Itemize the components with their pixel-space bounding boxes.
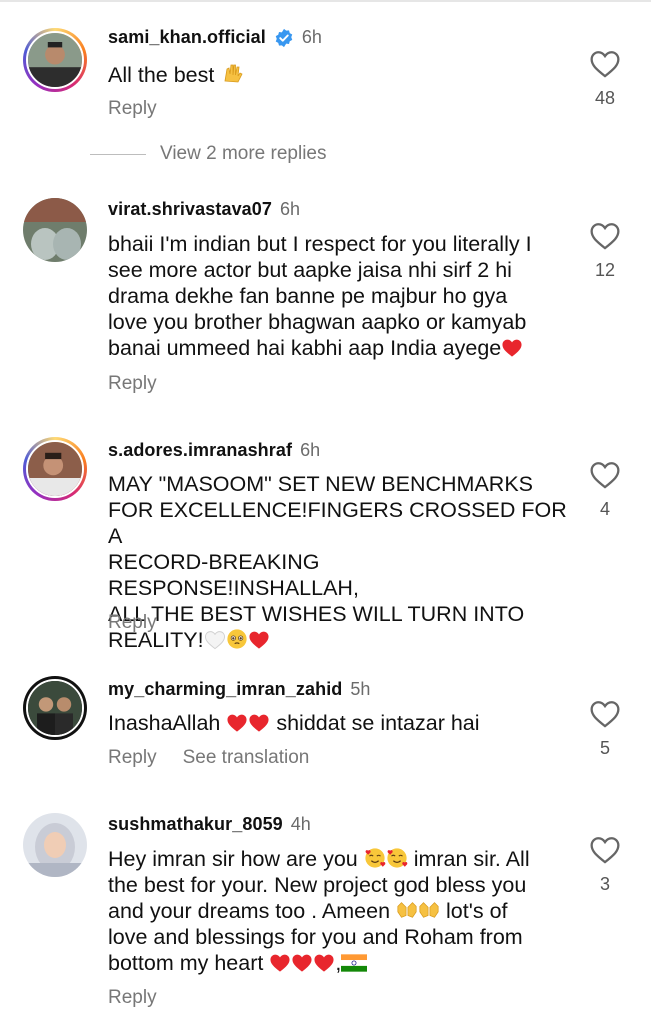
avatar[interactable] [23,28,87,92]
text-line: the best for your. New project god bless… [108,873,527,897]
comment-text-content: All the best [108,63,215,87]
text-line: see more actor but aapke jaisa nhi sirf … [108,258,512,282]
reply-button[interactable]: Reply [108,987,157,1009]
white-heart-icon [204,631,225,650]
see-translation-button[interactable]: See translation [183,747,310,769]
comment-time: 4h [290,814,311,834]
avatar[interactable] [23,198,87,262]
red-heart-icon [314,954,334,972]
text-part: Hey imran sir how are you [108,847,358,871]
open-hands-icon [419,902,439,918]
avatar[interactable] [23,813,87,877]
red-heart-icon [502,339,522,357]
comment-time: 5h [350,679,371,699]
text-part: and your dreams too . Ameen [108,899,391,923]
username[interactable]: sami_khan.official [108,27,266,48]
text-part: InashaAllah [108,711,221,735]
text-line: love you brother bhagwan aapko or kamyab [108,310,527,334]
comment-text: Hey imran sir how are you imran sir. All… [108,846,568,976]
text-line: FOR EXCELLENCE!FINGERS CROSSED FOR A [108,498,567,548]
heart-icon[interactable] [589,222,621,250]
avatar[interactable] [23,676,87,740]
reply-button[interactable]: Reply [108,747,157,769]
comment-text: All the best [108,61,568,88]
username[interactable]: s.adores.imranashraf [108,440,292,461]
text-line: and your dreams too . Ameen lot's of [108,898,568,924]
heart-icon[interactable] [589,50,621,78]
open-hands-icon [397,902,417,918]
comment-text: bhaii I'm indian but I respect for you l… [108,231,568,361]
reply-button[interactable]: Reply [108,98,157,120]
text-line: RECORD-BREAKING RESPONSE!INSHALLAH, [108,550,359,600]
view-more-replies-link[interactable]: View 2 more replies [160,143,327,165]
comment-time: 6h [301,27,322,47]
comment-text: InashaAllah shiddat se intazar hai [108,710,568,736]
text-line: REALITY! [108,627,568,653]
red-heart-icon [249,631,269,649]
text-line: drama dekhe fan banne pe majbur ho gya [108,284,508,308]
username[interactable]: virat.shrivastava07 [108,199,272,220]
india-flag-icon [341,954,368,972]
text-part: bottom my heart [108,951,264,975]
verified-badge-icon [275,28,293,47]
comment-time: 6h [300,440,321,460]
heart-icon[interactable] [589,461,621,489]
text-line: banai ummeed hai kabhi aap India ayege [108,335,568,361]
like-count: 48 [594,88,616,108]
text-part: lot's of [446,899,508,923]
username[interactable]: my_charming_imran_zahid [108,679,342,700]
pleading-face-icon [226,629,247,649]
replies-divider [90,154,146,155]
text-line: love and blessings for you and Roham fro… [108,925,523,949]
like-count: 3 [599,874,610,894]
comment-time: 6h [280,199,301,219]
top-divider [0,0,651,2]
red-heart-icon [227,714,247,732]
raising-hands-icon [224,64,243,83]
smiling-face-with-hearts-icon [387,848,408,868]
text-line: Hey imran sir how are you imran sir. All [108,846,568,872]
like-count: 4 [599,499,610,519]
text-line: bhaii I'm indian but I respect for you l… [108,232,532,256]
text-line-content: banai ummeed hai kabhi aap India ayege [108,336,502,360]
reply-button[interactable]: Reply [108,373,157,395]
heart-icon[interactable] [589,836,621,864]
smiling-face-with-hearts-icon [365,848,386,868]
red-heart-icon [270,954,290,972]
red-heart-icon [249,714,269,732]
like-count: 12 [594,260,616,280]
username[interactable]: sushmathakur_8059 [108,814,283,835]
text-part: shiddat se intazar hai [276,711,480,735]
text-line: MAY "MASOOM" SET NEW BENCHMARKS [108,472,534,496]
heart-icon[interactable] [589,700,621,728]
text-line: bottom my heart , [108,950,568,976]
avatar[interactable] [23,437,87,501]
comment-text: MAY "MASOOM" SET NEW BENCHMARKS FOR EXCE… [108,471,568,653]
text-line: ALL THE BEST WISHES WILL TURN INTO [108,602,525,626]
reply-button[interactable]: Reply [108,612,157,634]
red-heart-icon [292,954,312,972]
like-count: 5 [599,738,610,758]
text-part: imran sir. All [413,847,530,871]
